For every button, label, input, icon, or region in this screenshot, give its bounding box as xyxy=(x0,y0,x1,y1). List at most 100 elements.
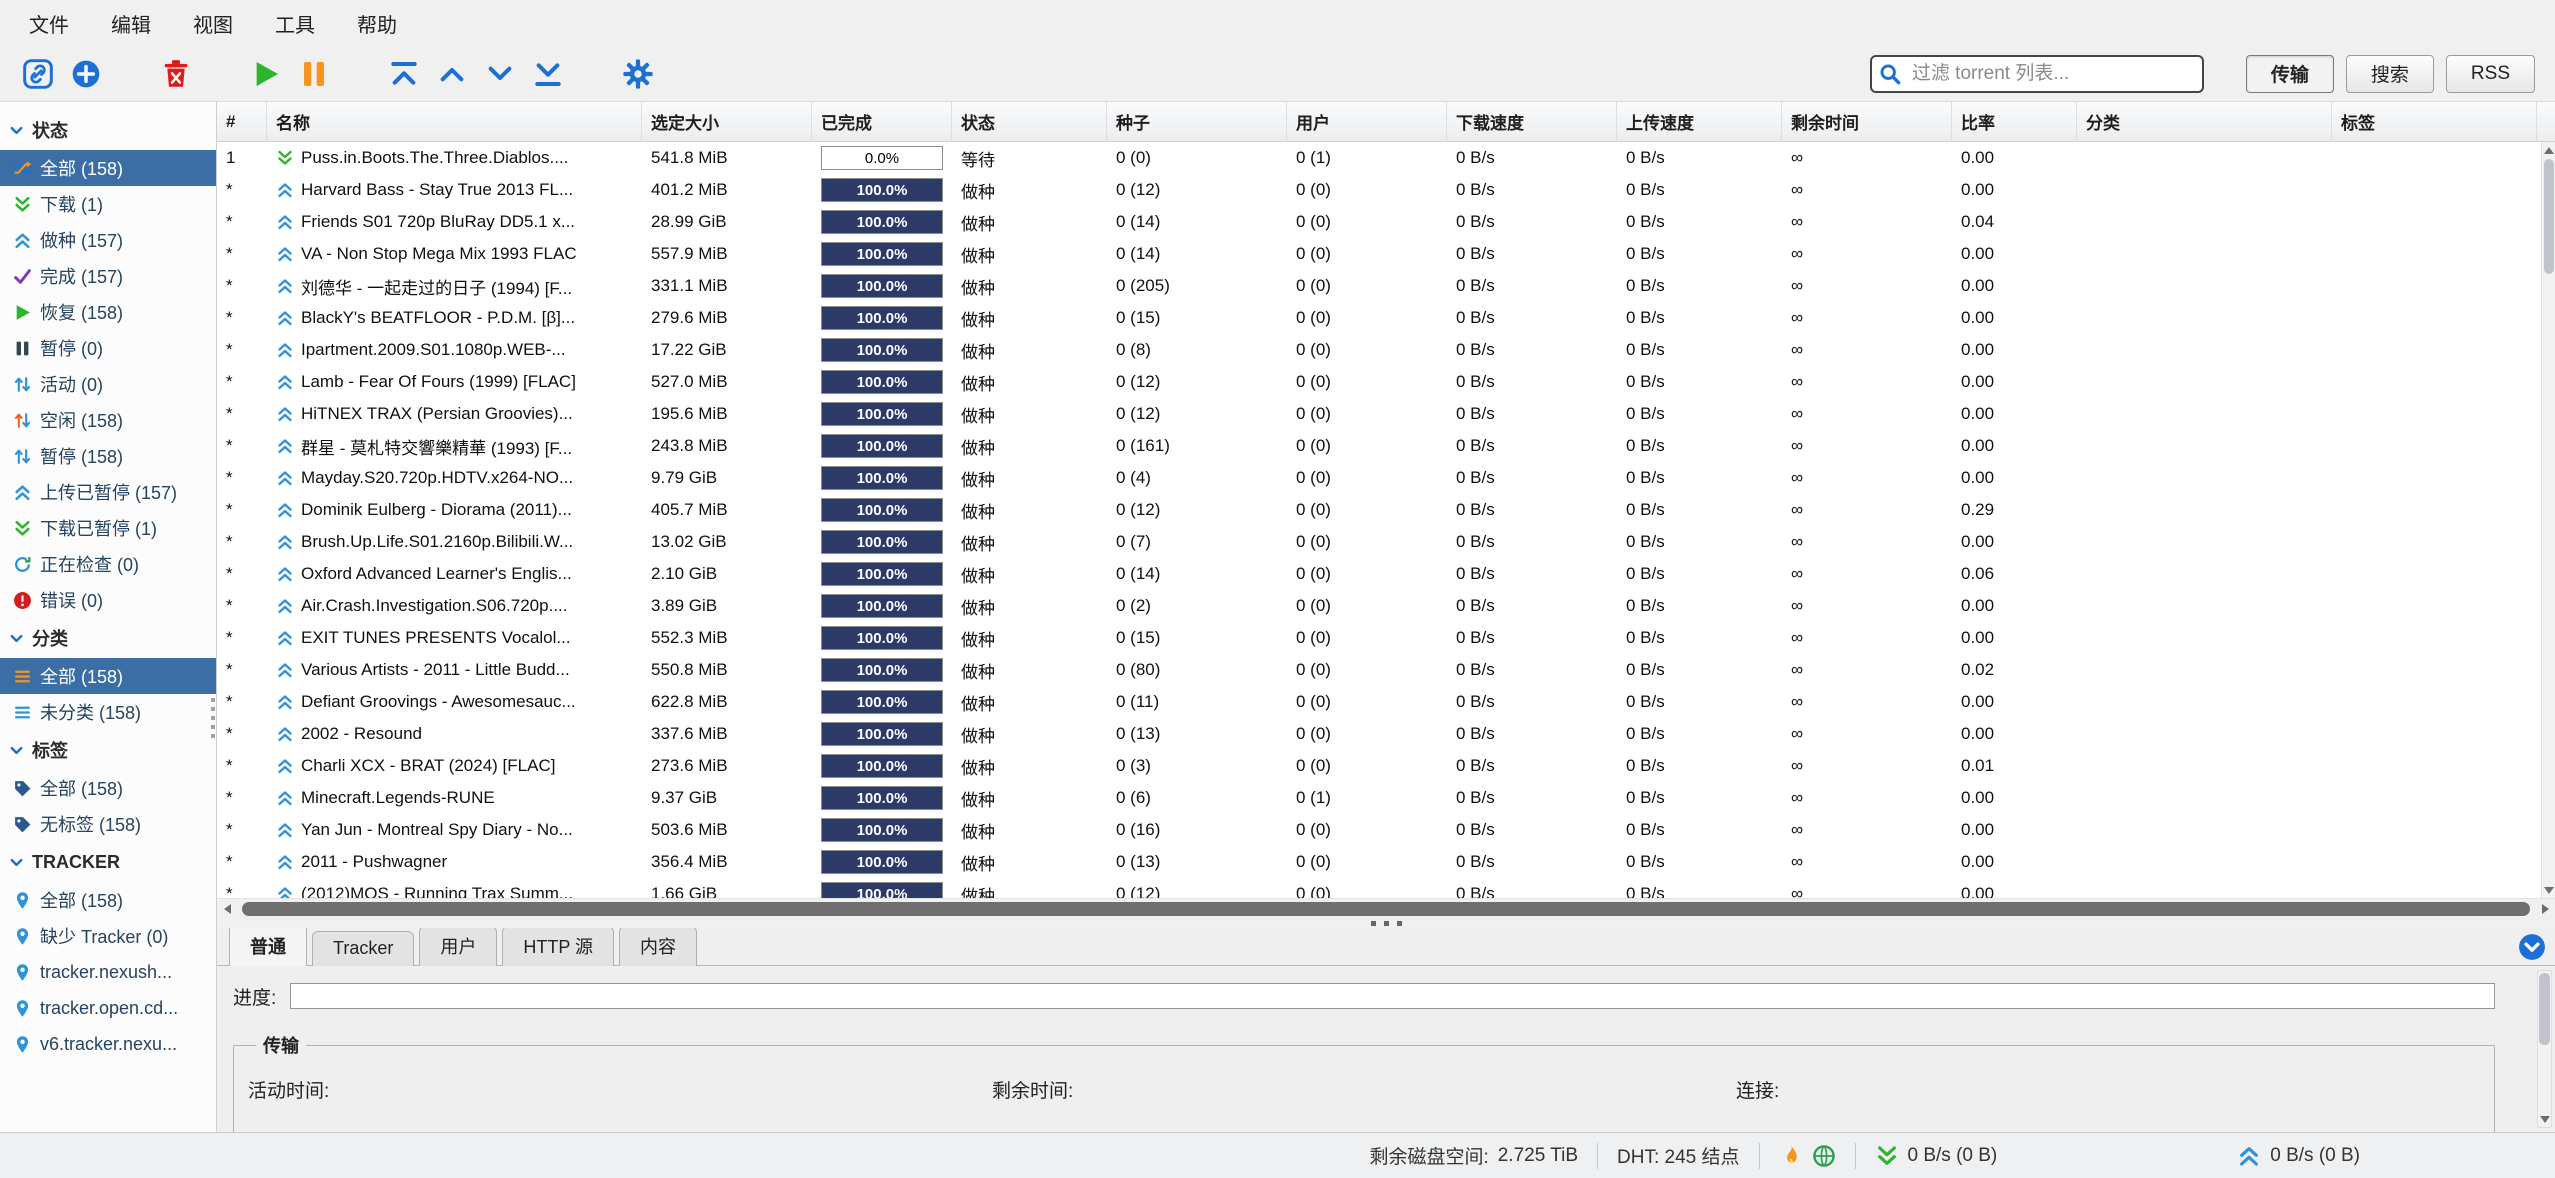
global-upload-speed[interactable]: 0 B/s (0 B) xyxy=(2237,1144,2360,1168)
global-download-speed[interactable]: 0 B/s (0 B) xyxy=(1875,1144,1998,1168)
sidebar-item-errored[interactable]: 错误 (0) xyxy=(0,582,216,618)
torrent-row[interactable]: *Yan Jun - Montreal Spy Diary - No...503… xyxy=(217,814,2555,846)
torrent-row[interactable]: *刘德华 - 一起走过的日子 (1994) [F...331.1 MiB100.… xyxy=(217,270,2555,302)
torrent-row[interactable]: *Minecraft.Legends-RUNE9.37 GiB100.0%做种0… xyxy=(217,782,2555,814)
panel-tab-general[interactable]: 普通 xyxy=(229,928,307,966)
torrent-row[interactable]: *2011 - Pushwagner356.4 MiB100.0%做种0 (13… xyxy=(217,846,2555,878)
sidebar-item-untagged[interactable]: 无标签 (158) xyxy=(0,806,216,842)
add-torrent-link-button[interactable] xyxy=(14,51,62,97)
torrent-row[interactable]: *Lamb - Fear Of Fours (1999) [FLAC]527.0… xyxy=(217,366,2555,398)
connection-status-icon[interactable] xyxy=(1812,1144,1836,1168)
sidebar-item-checking[interactable]: 正在检查 (0) xyxy=(0,546,216,582)
menu-tools[interactable]: 工具 xyxy=(254,2,336,45)
torrent-row[interactable]: *Air.Crash.Investigation.S06.720p....3.8… xyxy=(217,590,2555,622)
column-header-seeds[interactable]: 种子 xyxy=(1107,102,1287,141)
torrent-row[interactable]: *(2012)MQS - Running Trax Summ...1.66 Gi… xyxy=(217,878,2555,898)
torrent-row[interactable]: *Dominik Eulberg - Diorama (2011)...405.… xyxy=(217,494,2555,526)
move-to-top-button[interactable] xyxy=(380,51,428,97)
torrent-row[interactable]: 1Puss.in.Boots.The.Three.Diablos....541.… xyxy=(217,142,2555,174)
panel-tab-peers[interactable]: 用户 xyxy=(419,928,497,966)
resume-torrent-button[interactable] xyxy=(242,51,290,97)
torrent-row[interactable]: *Defiant Groovings - Awesomesauc...622.8… xyxy=(217,686,2555,718)
column-header-upspeed[interactable]: 上传速度 xyxy=(1617,102,1782,141)
column-header-tags[interactable]: 标签 xyxy=(2332,102,2537,141)
column-header-size[interactable]: 选定大小 xyxy=(642,102,812,141)
column-header-done[interactable]: 已完成 xyxy=(812,102,952,141)
panel-tab-http-sources[interactable]: HTTP 源 xyxy=(502,928,614,966)
sidebar-section-title-categories[interactable]: 分类 xyxy=(0,618,216,658)
scroll-down-button[interactable] xyxy=(2542,882,2555,898)
move-down-button[interactable] xyxy=(476,51,524,97)
menu-edit[interactable]: 编辑 xyxy=(90,2,172,45)
sidebar-item-tracker-opencd[interactable]: tracker.open.cd... xyxy=(0,990,216,1026)
sidebar-section-title-tags[interactable]: 标签 xyxy=(0,730,216,770)
torrent-row[interactable]: *Brush.Up.Life.S01.2160p.Bilibili.W...13… xyxy=(217,526,2555,558)
menu-file[interactable]: 文件 xyxy=(8,2,90,45)
sidebar-section-title-status[interactable]: 状态 xyxy=(0,110,216,150)
panel-vertical-scrollbar[interactable] xyxy=(2537,970,2552,1128)
scroll-left-button[interactable] xyxy=(217,899,237,919)
column-header-category[interactable]: 分类 xyxy=(2077,102,2332,141)
table-horizontal-scrollbar[interactable] xyxy=(217,898,2555,918)
column-header-state[interactable]: 状态 xyxy=(952,102,1107,141)
view-tab-transfers[interactable]: 传输 xyxy=(2246,55,2334,93)
sidebar-item-active[interactable]: 活动 (0) xyxy=(0,366,216,402)
move-to-bottom-button[interactable] xyxy=(524,51,572,97)
column-header-peers[interactable]: 用户 xyxy=(1287,102,1447,141)
panel-tab-content[interactable]: 内容 xyxy=(619,928,697,966)
table-vertical-scrollbar[interactable] xyxy=(2541,142,2555,898)
vertical-scrollbar-thumb[interactable] xyxy=(2544,159,2554,274)
sidebar-item-tracker-nexus[interactable]: tracker.nexush... xyxy=(0,954,216,990)
pause-torrent-button[interactable] xyxy=(290,51,338,97)
torrent-row[interactable]: *BlackY's BEATFLOOR - P.D.M. [β]...279.6… xyxy=(217,302,2555,334)
sidebar-item-paused[interactable]: 暂停 (0) xyxy=(0,330,216,366)
sidebar-item-inactive[interactable]: 空闲 (158) xyxy=(0,402,216,438)
horizontal-scrollbar-thumb[interactable] xyxy=(242,902,2530,916)
torrent-row[interactable]: *VA - Non Stop Mega Mix 1993 FLAC557.9 M… xyxy=(217,238,2555,270)
sidebar-item-tracker-v6-nexus[interactable]: v6.tracker.nexu... xyxy=(0,1026,216,1062)
move-up-button[interactable] xyxy=(428,51,476,97)
panel-splitter-handle[interactable] xyxy=(217,918,2555,928)
torrent-row[interactable]: *EXIT TUNES PRESENTS Vocalol...552.3 MiB… xyxy=(217,622,2555,654)
torrent-filter-input[interactable] xyxy=(1870,55,2204,93)
sidebar-item-stalled-downloading[interactable]: 下载已暂停 (1) xyxy=(0,510,216,546)
column-header-dlspeed[interactable]: 下载速度 xyxy=(1447,102,1617,141)
menu-view[interactable]: 视图 xyxy=(172,2,254,45)
panel-scrollbar-thumb[interactable] xyxy=(2539,973,2550,1045)
torrent-row[interactable]: *Mayday.S20.720p.HDTV.x264-NO...9.79 GiB… xyxy=(217,462,2555,494)
column-header-name[interactable]: 名称 xyxy=(267,102,642,141)
torrent-row[interactable]: *HiTNEX TRAX (Persian Groovies)...195.6 … xyxy=(217,398,2555,430)
add-torrent-file-button[interactable] xyxy=(62,51,110,97)
panel-scroll-down-button[interactable] xyxy=(2540,1112,2550,1127)
torrent-row[interactable]: *Friends S01 720p BluRay DD5.1 x...28.99… xyxy=(217,206,2555,238)
sidebar-item-downloading[interactable]: 下载 (1) xyxy=(0,186,216,222)
column-header-num[interactable]: # xyxy=(217,102,267,141)
torrent-row[interactable]: *Ipartment.2009.S01.1080p.WEB-...17.22 G… xyxy=(217,334,2555,366)
torrent-row[interactable]: *Charli XCX - BRAT (2024) [FLAC]273.6 Mi… xyxy=(217,750,2555,782)
torrent-row[interactable]: *2002 - Resound337.6 MiB100.0%做种0 (13)0 … xyxy=(217,718,2555,750)
column-header-eta[interactable]: 剩余时间 xyxy=(1782,102,1952,141)
sidebar-item-resumed[interactable]: 恢复 (158) xyxy=(0,294,216,330)
sidebar-item-all-categories[interactable]: 全部 (158) xyxy=(0,658,216,694)
sidebar-item-completed[interactable]: 完成 (157) xyxy=(0,258,216,294)
sidebar-section-title-trackers[interactable]: TRACKER xyxy=(0,842,216,882)
column-header-ratio[interactable]: 比率 xyxy=(1952,102,2077,141)
torrent-row[interactable]: *Oxford Advanced Learner's Englis...2.10… xyxy=(217,558,2555,590)
sidebar-item-all-tags[interactable]: 全部 (158) xyxy=(0,770,216,806)
sidebar-item-stalled-uploading[interactable]: 上传已暂停 (157) xyxy=(0,474,216,510)
panel-tab-trackers[interactable]: Tracker xyxy=(312,931,414,966)
options-button[interactable] xyxy=(614,51,662,97)
menu-help[interactable]: 帮助 xyxy=(336,2,418,45)
alt-speed-toggle-icon[interactable] xyxy=(1779,1144,1803,1168)
sidebar-item-all[interactable]: 全部 (158) xyxy=(0,150,216,186)
view-tab-search[interactable]: 搜索 xyxy=(2346,55,2434,93)
sidebar-item-seeding[interactable]: 做种 (157) xyxy=(0,222,216,258)
sidebar-item-trackerless[interactable]: 缺少 Tracker (0) xyxy=(0,918,216,954)
torrent-row[interactable]: *群星 - 莫札特交響樂精華 (1993) [F...243.8 MiB100.… xyxy=(217,430,2555,462)
torrent-row[interactable]: *Harvard Bass - Stay True 2013 FL...401.… xyxy=(217,174,2555,206)
sidebar-item-all-trackers[interactable]: 全部 (158) xyxy=(0,882,216,918)
scroll-right-button[interactable] xyxy=(2535,899,2555,919)
delete-torrent-button[interactable] xyxy=(152,51,200,97)
sidebar-item-uncategorized[interactable]: 未分类 (158) xyxy=(0,694,216,730)
sidebar-item-stalled[interactable]: 暂停 (158) xyxy=(0,438,216,474)
